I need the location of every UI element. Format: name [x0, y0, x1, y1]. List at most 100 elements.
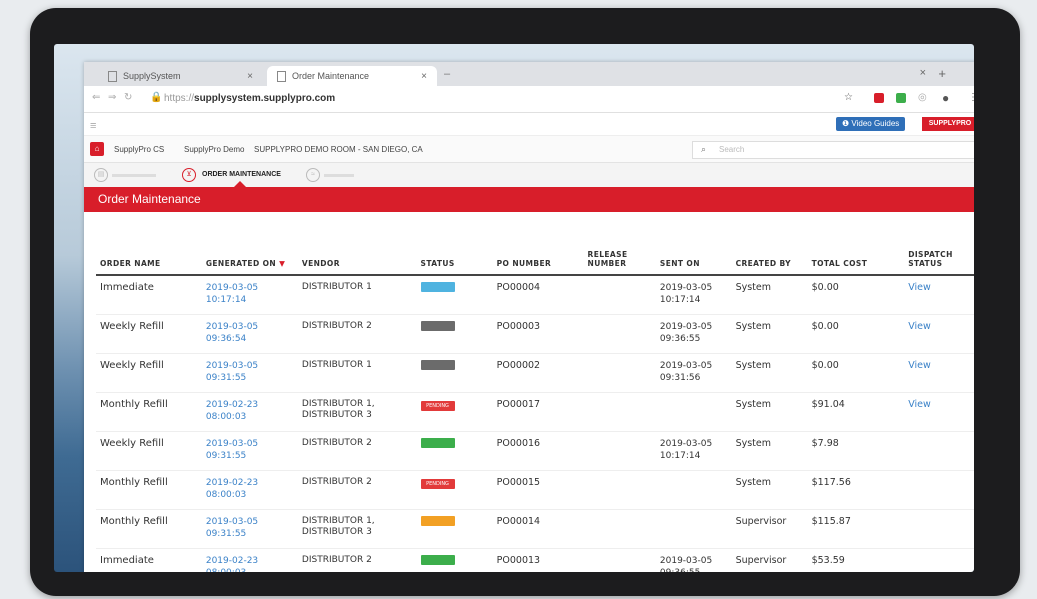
back-icon[interactable]: ⇐ [92, 92, 100, 103]
close-icon[interactable]: × [421, 71, 427, 82]
column-header-order-name[interactable]: ORDER NAME [96, 238, 202, 276]
column-header-label: SENT ON [659, 259, 700, 268]
table-row[interactable]: Weekly Refill 2019-03-05 09:31:55 DISTRIBUT… [96, 431, 974, 471]
truck-icon[interactable]: ≈ [306, 168, 320, 182]
window-close-icon[interactable]: × [920, 67, 926, 79]
breadcrumb-item[interactable]: SUPPLYPRO DEMO ROOM - SAN DIEGO, CA [254, 145, 423, 154]
order-name-cell[interactable]: Weekly Refill [96, 314, 202, 354]
generated-on-cell[interactable]: 2019-02-2308:00:03 [201, 470, 298, 510]
column-header-status[interactable]: STATUS [416, 238, 493, 276]
table-row[interactable]: Weekly Refill 2019-03-05 09:36:54 DISTRIBUT… [96, 314, 974, 354]
column-header-label: RELEASE NUMBER [587, 250, 628, 268]
url-field[interactable]: https://supplysystem.supplypro.com [164, 93, 335, 104]
extension-icon[interactable] [874, 93, 884, 103]
new-tab-button[interactable]: – [444, 68, 450, 80]
vendor-name: DISTRIBUTOR 1 [301, 360, 372, 370]
sent-on-cell: 2019-03-05 10:17:14 [655, 431, 732, 471]
order-name-cell[interactable]: Monthly Refill [96, 392, 202, 432]
page-icon [277, 70, 286, 82]
order-name-cell[interactable]: Immediate [96, 275, 202, 315]
menu-icon[interactable]: ⋮ [968, 92, 974, 103]
order-name-cell[interactable]: Immediate [96, 548, 202, 572]
view-link[interactable]: View [908, 321, 931, 332]
nav-placeholder[interactable] [112, 174, 156, 177]
sent-date: 2019-03-05 [659, 556, 713, 566]
order-name-cell[interactable]: Weekly Refill [96, 431, 202, 471]
column-header-release-number[interactable]: RELEASE NUMBER [583, 238, 656, 276]
status-badge[interactable] [420, 321, 455, 331]
nav-placeholder[interactable] [324, 174, 354, 177]
release-number-cell [583, 509, 656, 549]
tab-order-maintenance[interactable]: ORDER MAINTENANCE [202, 171, 281, 178]
generated-on-cell[interactable]: 2019-03-05 09:31:55 [201, 509, 298, 549]
view-link[interactable]: View [908, 399, 931, 410]
home-icon[interactable]: ⌂ [90, 142, 104, 156]
generated-date: 2019-03-05 [205, 361, 259, 371]
status-badge[interactable] [420, 360, 455, 370]
generated-on-cell[interactable]: 2019-03-05 09:36:54 [201, 314, 298, 354]
new-window-button[interactable]: + [938, 66, 946, 81]
created-by-cell: Supervisor [731, 548, 808, 572]
status-badge[interactable]: PENDING [420, 401, 455, 411]
table-row[interactable]: Monthly Refill 2019-03-05 09:31:55 DISTRIBU… [96, 509, 974, 549]
cart-icon[interactable]: ⊻ [182, 168, 196, 182]
order-name-cell[interactable]: Monthly Refill [96, 470, 202, 510]
column-header-vendor[interactable]: VENDOR [297, 238, 417, 276]
status-badge[interactable] [420, 438, 455, 448]
sort-descending-icon[interactable]: ▼ [276, 259, 285, 268]
table-row[interactable]: Immediate 2019-03-05 10:17:14 DISTRIBUTOR 1… [96, 275, 974, 315]
generated-time: 09:31:55 [205, 451, 247, 461]
close-icon[interactable]: × [247, 71, 253, 82]
column-header-sent-on[interactable]: SENT ON [655, 238, 732, 276]
hamburger-icon[interactable]: ≡ [90, 120, 96, 132]
sent-time: 09:31:56 [659, 373, 701, 383]
search-input[interactable]: ⌕ Search ▼ [692, 141, 974, 159]
star-icon[interactable]: ☆ [844, 92, 853, 103]
dispatch-status-cell[interactable]: View [904, 392, 974, 432]
order-name-cell[interactable]: Weekly Refill [96, 353, 202, 393]
column-header-total-cost[interactable]: TOTAL COST [807, 238, 905, 276]
extension-icon[interactable] [896, 93, 906, 103]
generated-on-cell[interactable]: 2019-02-2308:00:03 [201, 392, 298, 432]
table-row[interactable]: Weekly Refill 2019-03-05 09:31:55 DISTRIBUT… [96, 353, 974, 393]
column-header-created-by[interactable]: CREATED BY [731, 238, 808, 276]
reload-icon[interactable]: ↻ [124, 92, 132, 103]
view-link[interactable]: View [908, 282, 931, 293]
forward-icon[interactable]: ⇒ [108, 92, 116, 103]
status-badge[interactable] [420, 282, 455, 292]
column-header-po-number[interactable]: PO NUMBER [492, 238, 584, 276]
generated-on-cell[interactable]: 2019-02-2308:00:03 [201, 548, 298, 572]
extension-icon[interactable]: ◎ [918, 92, 927, 103]
breadcrumb-item[interactable]: SupplyPro Demo [184, 145, 244, 154]
generated-on-cell[interactable]: 2019-03-05 09:31:55 [201, 431, 298, 471]
dispatch-status-cell[interactable]: View [904, 314, 974, 354]
status-badge[interactable] [420, 555, 455, 565]
dispatch-status-cell[interactable]: View [904, 275, 974, 315]
vendor-name: DISTRIBUTOR 2 [301, 321, 372, 331]
vendor-name: DISTRIBUTOR 2 [301, 555, 372, 565]
video-guides-button[interactable]: ❶ Video Guides [836, 117, 906, 131]
dispatch-status-cell[interactable]: View [904, 353, 974, 393]
table-row[interactable]: Immediate2019-02-2308:00:03DISTRIBUTOR 2… [96, 548, 974, 572]
order-name-cell[interactable]: Monthly Refill [96, 509, 202, 549]
dashboard-icon[interactable]: ▤ [94, 168, 108, 182]
column-header-generated-on[interactable]: GENERATED ON ▼ [201, 238, 298, 276]
table-row[interactable]: Monthly Refill 2019-02-23 08:00:03 DISTRIBU… [96, 470, 974, 510]
breadcrumb: ⌂ SupplyPro CS SupplyPro Demo SUPPLYPRO … [84, 136, 974, 163]
total-cost-cell: $0.00 [807, 314, 905, 354]
generated-on-cell[interactable]: 2019-03-05 10:17:14 [201, 275, 298, 315]
tab-order-maintenance[interactable]: Order Maintenance × [267, 66, 437, 86]
vendor-name: DISTRIBUTOR 1 [301, 282, 372, 292]
po-number-cell: PO00004 [492, 275, 584, 315]
breadcrumb-item[interactable]: SupplyPro CS [114, 145, 164, 154]
status-badge[interactable] [420, 516, 455, 526]
column-header-dispatch-status[interactable]: DISPATCH STATUS [904, 238, 974, 276]
status-badge[interactable]: PENDING [420, 479, 455, 489]
tab-supplysystem[interactable]: SupplySystem × [98, 66, 263, 86]
status-cell [416, 353, 493, 393]
generated-on-cell[interactable]: 2019-03-05 09:31:55 [201, 353, 298, 393]
view-link[interactable]: View [908, 360, 931, 371]
account-icon[interactable]: ● [942, 91, 949, 105]
table-row[interactable]: Monthly Refill 2019-02-23 08:00:03 DISTRIBU… [96, 392, 974, 432]
total-cost-cell: $7.98 [807, 431, 905, 471]
